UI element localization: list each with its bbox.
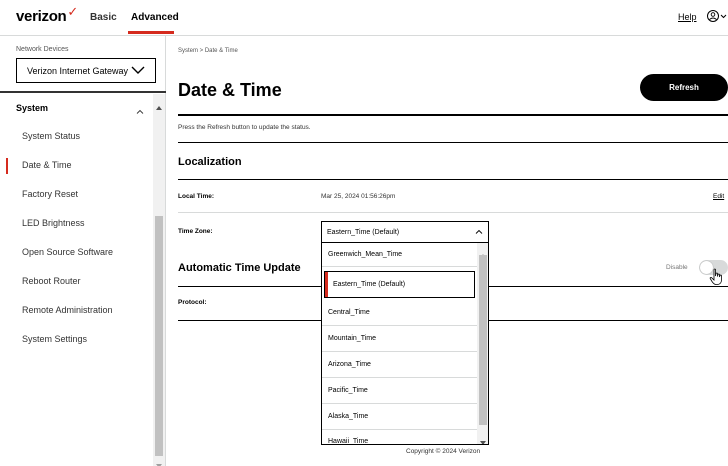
sidebar-item-label: LED Brightness [22,218,85,228]
sidebar-item-label: System Status [22,131,81,141]
local-time-value: Mar 25, 2024 01:56:26pm [321,193,396,200]
top-bar: verizon✓ Basic Advanced Help [0,0,728,36]
scrollbar-thumb[interactable] [155,216,163,456]
sidebar-nav: System System Status Date & Time Factory… [0,94,153,466]
timezone-option[interactable]: Arizona_Time [322,352,477,378]
active-item-indicator [6,158,8,174]
timezone-option[interactable]: Alaska_Time [322,404,477,430]
nav-basic-tab[interactable]: Basic [90,12,117,23]
sidebar-item-factory-reset[interactable]: Factory Reset [0,181,153,209]
help-link[interactable]: Help [678,12,697,22]
nav-advanced-tab[interactable]: Advanced [131,12,179,23]
time-zone-label: Time Zone: [178,228,213,235]
time-zone-select-value: Eastern_Time (Default) [327,228,400,236]
protocol-label: Protocol: [178,299,207,306]
local-time-label: Local Time: [178,193,215,200]
localization-divider [178,179,728,180]
device-select-value: Verizon Internet Gateway [27,65,129,76]
dropdown-scrollbar[interactable] [477,243,488,444]
scrollbar-thumb[interactable] [479,255,487,425]
chevron-up-icon [475,228,483,238]
sidebar-item-open-source-software[interactable]: Open Source Software [0,239,153,267]
sidebar-section-label: System [16,103,49,113]
hand-cursor-icon [709,268,725,291]
timezone-option[interactable]: Mountain_Time [322,326,477,352]
sidebar-item-label: Reboot Router [22,276,81,286]
network-devices-label: Network Devices [16,46,69,53]
chevron-up-icon [136,103,144,121]
sidebar-item-label: Date & Time [22,160,72,170]
timezone-option[interactable]: Hawaii_Time [322,430,477,445]
scroll-down-icon[interactable] [480,433,486,444]
user-circle-icon[interactable] [706,9,728,28]
verizon-logo[interactable]: verizon✓ [16,4,78,25]
sidebar-item-label: Open Source Software [22,247,114,257]
description-text: Press the Refresh button to update the s… [178,124,311,131]
timezone-option[interactable]: Central_Time [322,300,477,326]
chevron-down-icon [131,64,145,78]
sidebar-item-label: Remote Administration [22,305,113,315]
title-divider [178,114,728,116]
automatic-time-update-title: Automatic Time Update [178,262,301,274]
device-select[interactable]: Verizon Internet Gateway [16,58,156,83]
row-divider [178,212,728,213]
time-zone-select[interactable]: Eastern_Time (Default) [321,221,489,243]
edit-link[interactable]: Edit [713,193,724,200]
scroll-up-icon[interactable] [156,97,162,115]
sidebar-item-reboot-router[interactable]: Reboot Router [0,268,153,296]
sidebar-item-label: Factory Reset [22,189,79,199]
timezone-option[interactable]: Pacific_Time [322,378,477,404]
copyright-text: Copyright © 2024 Verizon [406,448,481,455]
sidebar-scrollbar[interactable] [153,94,165,466]
sidebar-item-led-brightness[interactable]: LED Brightness [0,210,153,238]
page-title: Date & Time [178,80,282,100]
scroll-down-icon[interactable] [156,456,162,466]
time-zone-dropdown-list[interactable]: Greenwich_Mean_Time Eastern_Time (Defaul… [321,243,489,445]
timezone-option-selected[interactable]: Eastern_Time (Default) [324,271,475,298]
sidebar-item-date-time[interactable]: Date & Time [0,152,153,180]
sidebar-item-system-status[interactable]: System Status [0,123,153,151]
timezone-option[interactable]: Greenwich_Mean_Time [322,243,477,267]
active-tab-indicator [128,31,174,34]
refresh-button[interactable]: Refresh [640,74,728,101]
localization-title: Localization [178,156,242,168]
sidebar-item-remote-administration[interactable]: Remote Administration [0,297,153,325]
description-divider [178,142,728,143]
selected-option-indicator [325,272,328,297]
toggle-state-label: Disable [666,264,688,271]
sidebar-item-label: System Settings [22,334,88,344]
sidebar-item-system-settings[interactable]: System Settings [0,326,153,354]
sidebar-section-system[interactable]: System [0,94,153,122]
breadcrumb: System > Date & Time [178,48,238,54]
sidebar: Network Devices Verizon Internet Gateway… [0,36,166,466]
sidebar-divider [0,91,166,93]
